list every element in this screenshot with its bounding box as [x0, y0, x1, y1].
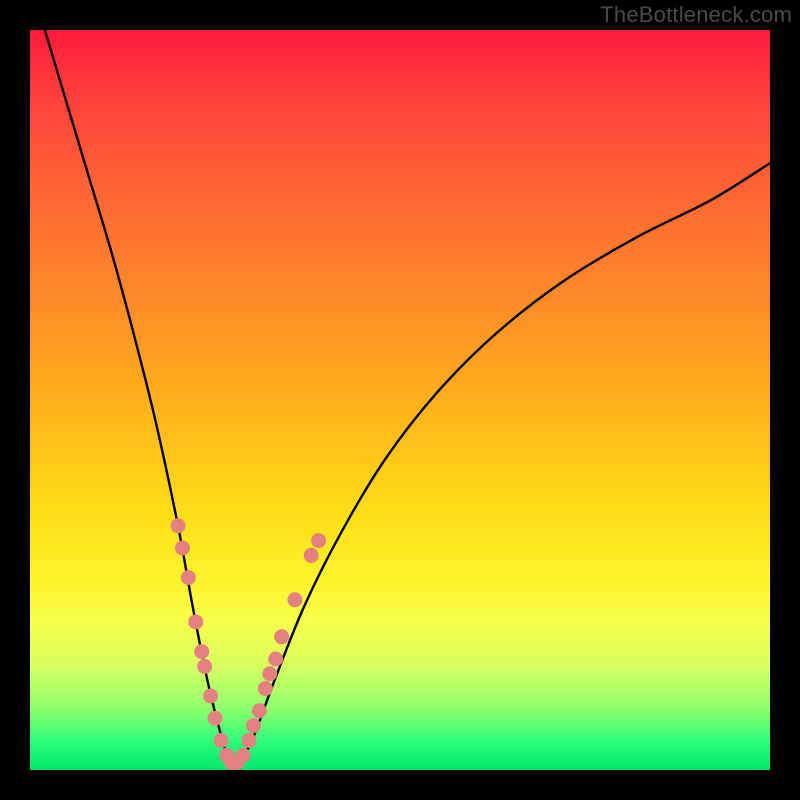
bottleneck-curve-svg — [30, 30, 770, 770]
curve-marker — [194, 644, 209, 659]
curve-marker — [262, 666, 277, 681]
curve-marker — [197, 659, 212, 674]
curve-marker — [246, 718, 261, 733]
curve-marker — [175, 541, 190, 556]
curve-marker — [258, 681, 273, 696]
chart-frame: TheBottleneck.com — [0, 0, 800, 800]
curve-group — [45, 30, 770, 765]
curve-marker — [171, 518, 186, 533]
curve-marker — [236, 748, 251, 763]
curve-marker — [188, 615, 203, 630]
curve-marker — [208, 711, 223, 726]
curve-marker — [268, 652, 283, 667]
bottleneck-curve — [45, 30, 770, 765]
curve-marker — [181, 570, 196, 585]
curve-marker — [213, 733, 228, 748]
curve-marker — [203, 689, 218, 704]
curve-marker — [304, 548, 319, 563]
watermark-text: TheBottleneck.com — [600, 2, 792, 28]
curve-marker — [287, 592, 302, 607]
curve-marker — [252, 703, 267, 718]
curve-marker — [274, 629, 289, 644]
curve-marker — [311, 533, 326, 548]
plot-area — [30, 30, 770, 770]
marker-group — [171, 518, 327, 770]
curve-marker — [242, 733, 257, 748]
